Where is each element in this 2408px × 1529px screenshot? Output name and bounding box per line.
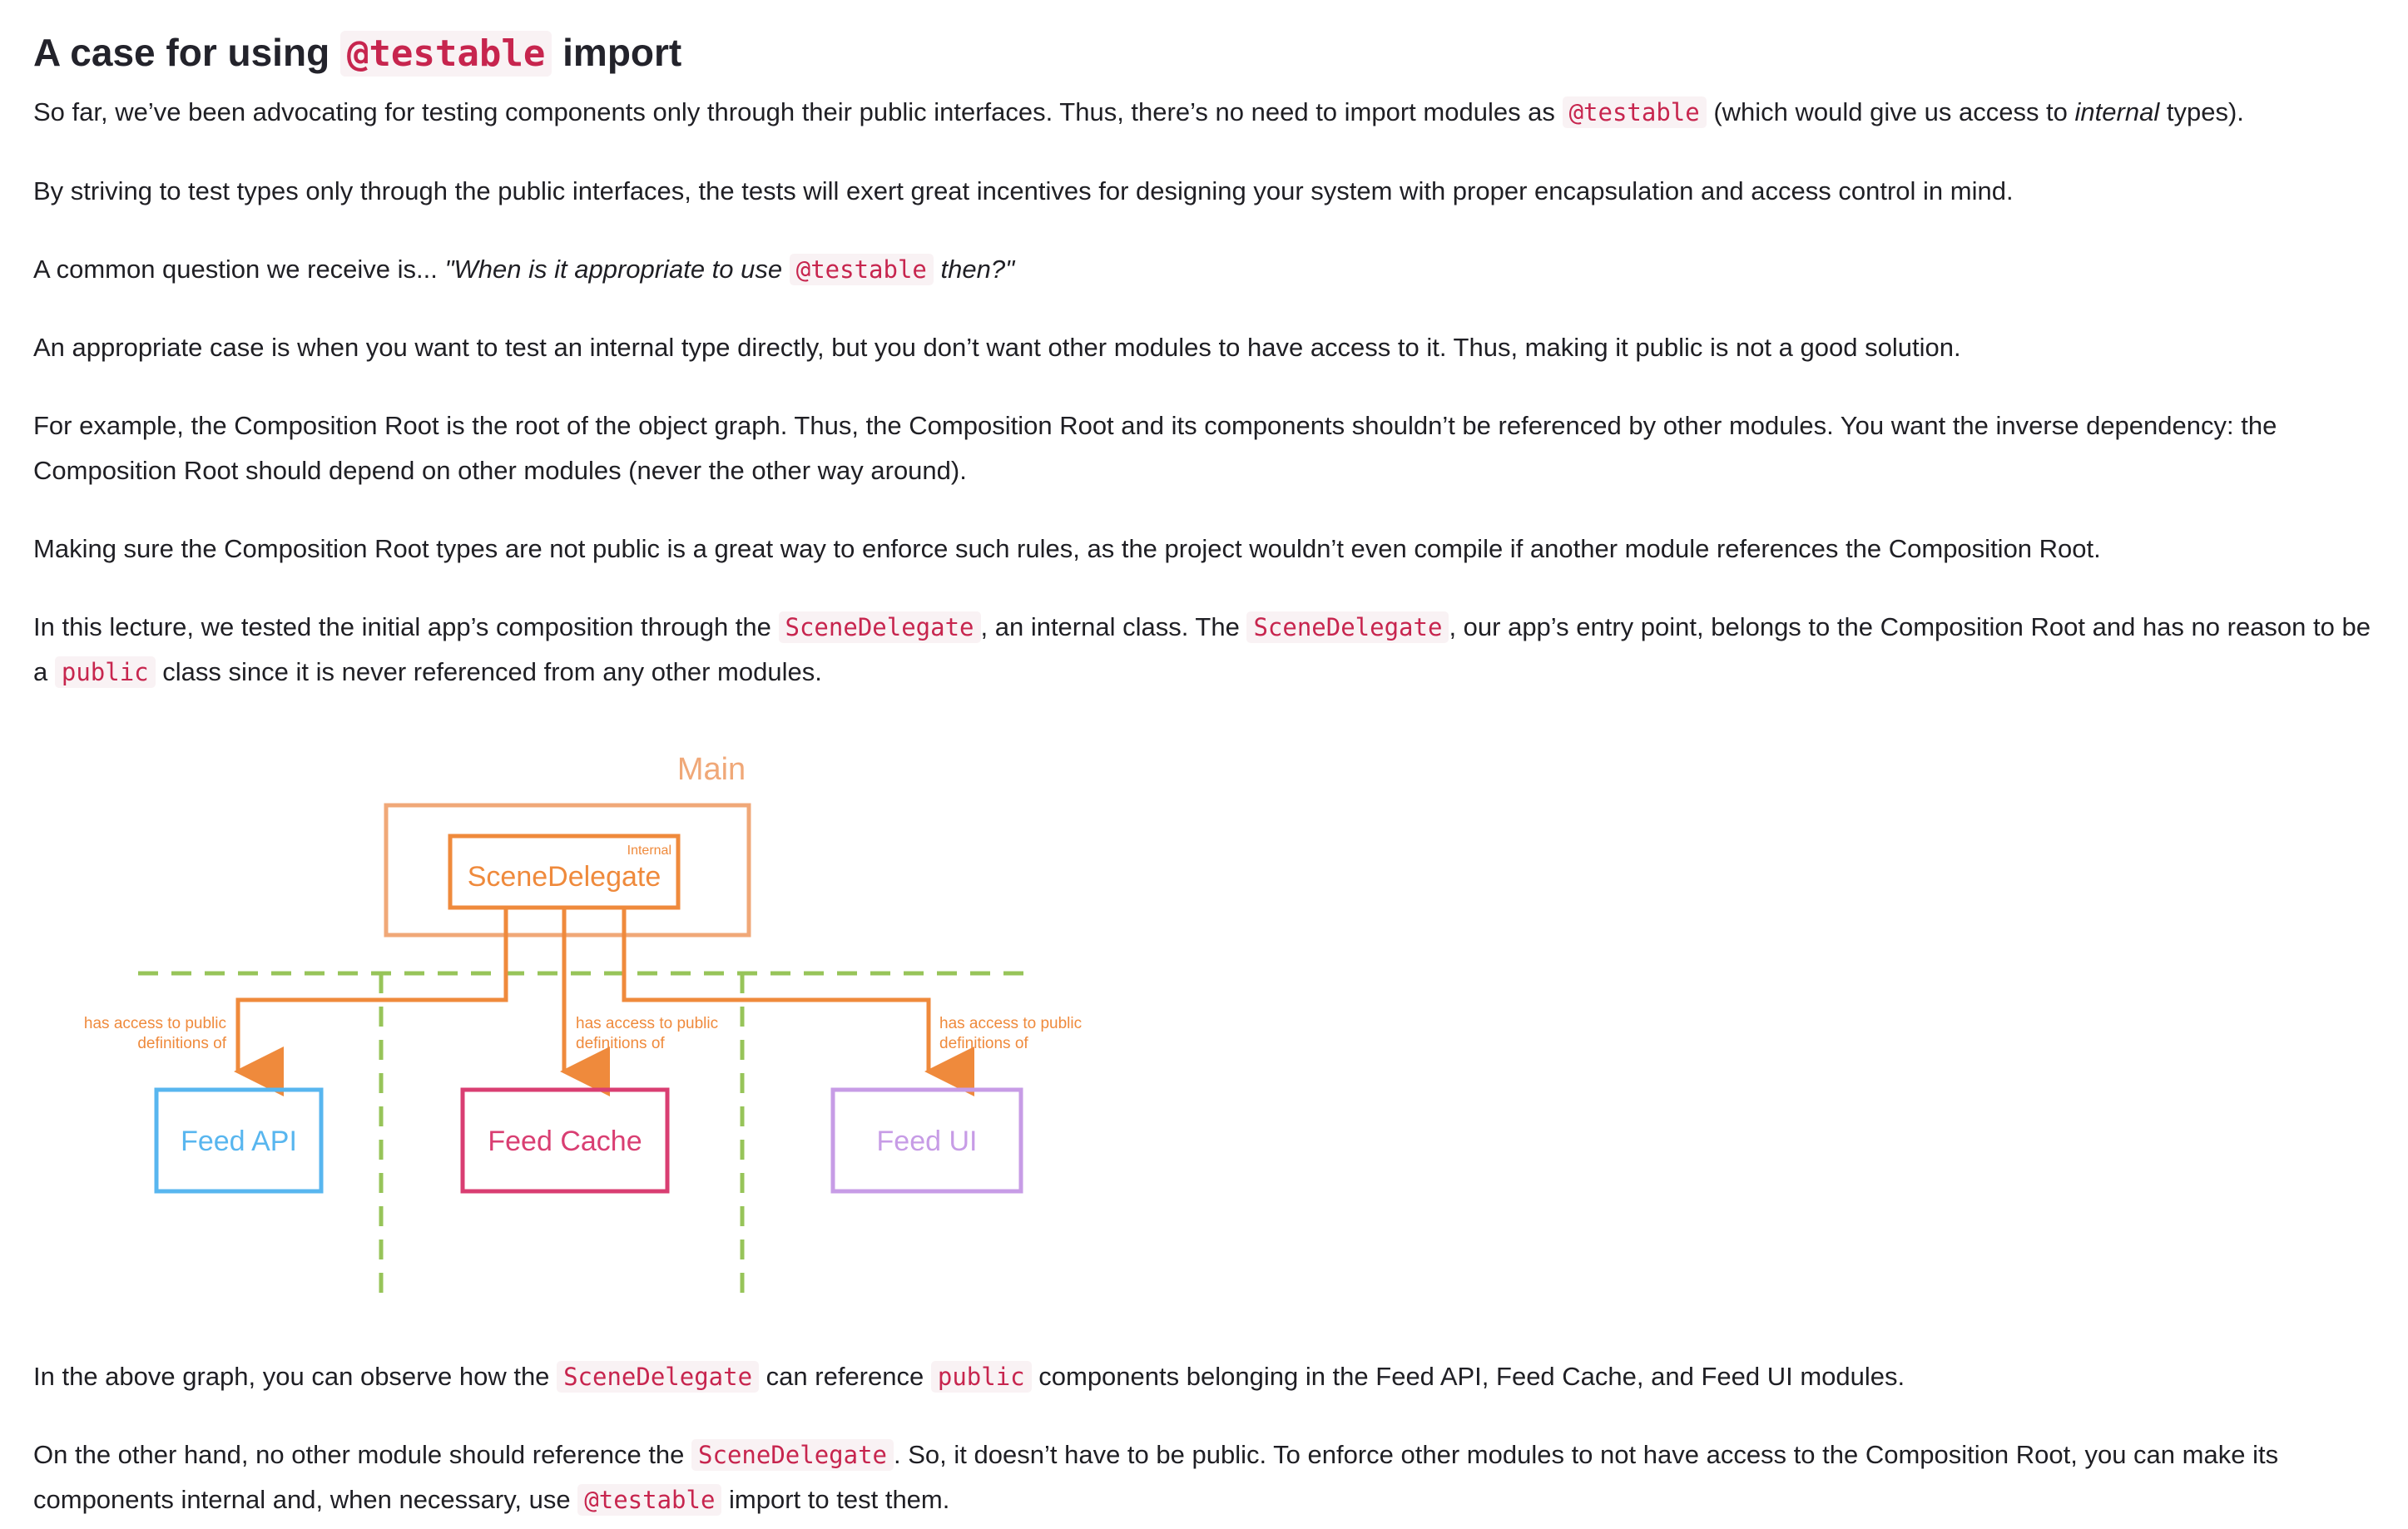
title-text-suffix: import	[562, 31, 682, 74]
inline-code: SceneDelegate	[778, 611, 981, 643]
access-note-feed-ui-line2: definitions of	[939, 1035, 1028, 1052]
emphasis: internal	[2074, 97, 2160, 126]
inline-code: SceneDelegate	[557, 1361, 760, 1393]
main-module-label: Main	[677, 752, 746, 787]
paragraph-7: In this lecture, we tested the initial a…	[33, 611, 2371, 688]
arrow-to-feed-api	[234, 908, 508, 1096]
feed-api-label: Feed API	[181, 1126, 297, 1157]
title-code: @testable	[339, 31, 552, 77]
feed-ui-label: Feed UI	[877, 1126, 978, 1157]
paragraph-9: On the other hand, no other module shoul…	[33, 1439, 2279, 1516]
paragraph-6: Making sure the Composition Root types a…	[33, 534, 2101, 563]
paragraph-5: For example, the Composition Root is the…	[33, 411, 2277, 485]
paragraph-4: An appropriate case is when you want to …	[33, 333, 1961, 362]
scene-delegate-label: SceneDelegate	[468, 861, 661, 893]
module-diagram: Main Internal SceneDelegate has access t…	[84, 752, 1082, 1298]
title-text: A case for using	[33, 31, 330, 74]
inline-code: @testable	[789, 254, 934, 285]
inline-code: @testable	[577, 1484, 722, 1516]
access-note-feed-cache-line2: definitions of	[576, 1035, 665, 1052]
inline-code: SceneDelegate	[691, 1439, 894, 1471]
emphasis: then?"	[940, 255, 1015, 284]
arrow-to-feed-ui	[622, 908, 974, 1096]
article: A case for using @testable import So far…	[0, 0, 2408, 1529]
inline-code: SceneDelegate	[1246, 611, 1449, 643]
feed-cache-label: Feed Cache	[488, 1126, 642, 1157]
access-note-feed-cache-line1: has access to public	[576, 1015, 718, 1032]
inline-code: @testable	[1562, 96, 1707, 128]
access-note-feed-ui-line1: has access to public	[939, 1015, 1082, 1032]
page-title: A case for using @testable import	[33, 23, 681, 83]
internal-label: Internal	[627, 844, 671, 858]
paragraph-2: By striving to test types only through t…	[33, 176, 2014, 205]
paragraph-3: A common question we receive is... "When…	[33, 254, 1015, 285]
paragraph-8: In the above graph, you can observe how …	[33, 1361, 1905, 1393]
paragraph-1: So far, we’ve been advocating for testin…	[33, 96, 2244, 128]
access-note-feed-api-line2: definitions of	[137, 1035, 226, 1052]
inline-code: public	[930, 1361, 1032, 1393]
access-note-feed-api-line1: has access to public	[84, 1015, 226, 1032]
inline-code: public	[54, 656, 156, 688]
emphasis: "When is it appropriate to use	[444, 255, 783, 284]
